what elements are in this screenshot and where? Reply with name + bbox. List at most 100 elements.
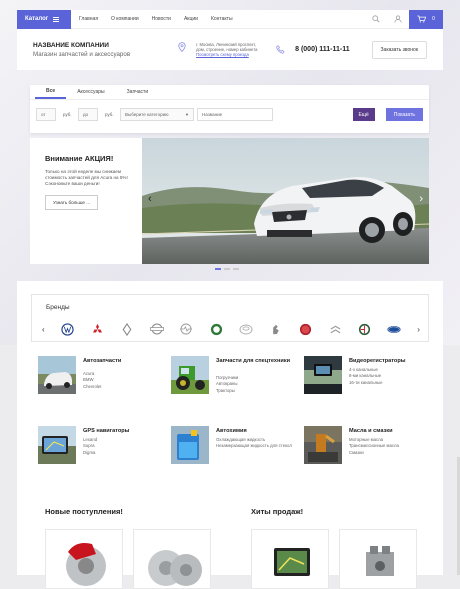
product-card[interactable] bbox=[339, 529, 417, 589]
phone-block: 8 (000) 111-11-11 bbox=[276, 45, 350, 54]
slide-dot-2[interactable] bbox=[224, 268, 230, 270]
nav-item-news[interactable]: Новости bbox=[152, 16, 171, 22]
price-from-input[interactable]: от bbox=[36, 108, 56, 121]
tab-all[interactable]: Все bbox=[35, 85, 67, 99]
category-image-auto-parts bbox=[38, 356, 76, 394]
category-link[interactable]: 16-ти канальные bbox=[349, 380, 383, 386]
skoda-logo-icon[interactable] bbox=[209, 322, 223, 336]
name-input[interactable]: Название bbox=[197, 108, 273, 121]
category-image-machinery bbox=[171, 356, 209, 394]
banner-more-button[interactable]: Узнать больше ... bbox=[45, 195, 99, 210]
cart-count: 0 bbox=[432, 16, 435, 22]
category-link[interactable]: Digma bbox=[83, 450, 97, 456]
category-image-chemicals bbox=[171, 426, 209, 464]
slide-dot-1[interactable] bbox=[215, 268, 221, 270]
category-link[interactable]: Chevrolet bbox=[83, 384, 101, 390]
category-card[interactable]: Масла и смазки Моторные масла Трансмисси… bbox=[304, 426, 434, 476]
product-card[interactable] bbox=[133, 529, 211, 589]
site-header: НАЗВАНИЕ КОМПАНИИ Магазин запчастей и ак… bbox=[17, 29, 443, 70]
ford-logo-icon[interactable] bbox=[387, 322, 402, 336]
toyota-logo-icon[interactable] bbox=[239, 322, 253, 336]
category-title[interactable]: Автозапчасти bbox=[83, 358, 158, 365]
menu-icon bbox=[53, 16, 60, 22]
category-link[interactable]: Тракторы bbox=[216, 388, 238, 394]
caret-down-icon: ▼ bbox=[185, 112, 189, 117]
renault-logo-icon[interactable] bbox=[120, 322, 134, 336]
category-title[interactable]: Видеорегистраторы bbox=[349, 358, 424, 365]
callback-button[interactable]: Заказать звонок bbox=[371, 40, 427, 59]
banner-prev-arrow[interactable]: ‹ bbox=[148, 193, 152, 205]
catalog-button[interactable]: Каталог bbox=[17, 9, 71, 29]
fiat-logo-icon[interactable] bbox=[298, 322, 312, 336]
banner-title: Внимание АКЦИЯ! bbox=[45, 154, 114, 163]
category-card[interactable]: GPS навигаторы Lexand Supra Digma bbox=[38, 426, 168, 476]
nav-item-home[interactable]: Главная bbox=[79, 16, 98, 22]
brands-prev-arrow[interactable]: ‹ bbox=[42, 325, 45, 334]
user-icon[interactable] bbox=[387, 15, 409, 23]
category-image-gps bbox=[38, 426, 76, 464]
phone-icon bbox=[276, 45, 285, 54]
nav-item-contacts[interactable]: Контакты bbox=[211, 16, 233, 22]
brake-caliper-image bbox=[66, 543, 106, 586]
nav-item-promo[interactable]: Акции bbox=[184, 16, 198, 22]
company-name[interactable]: НАЗВАНИЕ КОМПАНИИ bbox=[33, 42, 130, 49]
tab-accessories[interactable]: Аксессуары bbox=[66, 85, 115, 99]
opel-logo-icon[interactable] bbox=[179, 322, 193, 336]
brands-block: Бренды ‹ › bbox=[31, 294, 429, 342]
category-title[interactable]: GPS навигаторы bbox=[83, 428, 158, 435]
alfa-romeo-logo-icon[interactable] bbox=[358, 322, 372, 336]
category-title[interactable]: Запчасти для спецтехники bbox=[216, 358, 291, 365]
cart-icon bbox=[417, 15, 427, 23]
category-card[interactable]: Видеорегистраторы 4-х канальные 8-ми кан… bbox=[304, 356, 434, 406]
map-link[interactable]: Посмотреть схему проезда bbox=[196, 52, 258, 57]
slide-dot-3[interactable] bbox=[233, 268, 239, 270]
promo-banner: Внимание АКЦИЯ! Только на этой неделе мы… bbox=[30, 138, 429, 264]
citroen-logo-icon[interactable] bbox=[328, 322, 342, 336]
category-card[interactable]: Автохимия Охлаждающая жидкость Незамерза… bbox=[171, 426, 301, 476]
search-icon[interactable] bbox=[365, 15, 387, 23]
address-block: г. Москва, Ленинский проспект, дом, стро… bbox=[178, 42, 258, 58]
cart-button[interactable]: 0 bbox=[409, 9, 443, 29]
show-button[interactable]: Показать bbox=[385, 108, 423, 121]
product-card[interactable] bbox=[251, 529, 329, 589]
search-filter-panel: Все Аксессуары Запчасти от руб. до руб. … bbox=[30, 85, 429, 133]
location-pin-icon bbox=[178, 41, 186, 52]
new-arrivals-title: Новые поступления! bbox=[45, 507, 123, 516]
gps-device-image bbox=[274, 548, 310, 576]
category-link[interactable]: Автокраны bbox=[216, 381, 238, 387]
category-title[interactable]: Масла и смазки bbox=[349, 428, 424, 435]
product-card[interactable] bbox=[45, 529, 123, 589]
banner-pagination bbox=[215, 268, 239, 270]
engine-part-image bbox=[366, 546, 394, 576]
category-title[interactable]: Автохимия bbox=[216, 428, 291, 435]
category-link[interactable]: Незамерзающая жидкость для стекол bbox=[216, 443, 296, 449]
top-navbar: Каталог Главная О компании Новости Акции… bbox=[17, 9, 443, 29]
category-link[interactable]: Смазки bbox=[349, 450, 399, 456]
volkswagen-logo-icon[interactable] bbox=[60, 322, 74, 336]
nav-item-about[interactable]: О компании bbox=[111, 16, 139, 22]
nissan-logo-icon[interactable] bbox=[149, 322, 164, 336]
banner-next-arrow[interactable]: › bbox=[419, 193, 423, 205]
main-nav: Главная О компании Новости Акции Контакт… bbox=[79, 16, 233, 22]
tab-parts[interactable]: Запчасти bbox=[116, 85, 159, 99]
category-link[interactable]: Трансмиссионные масла bbox=[349, 443, 399, 449]
price-to-currency: руб. bbox=[105, 112, 114, 117]
peugeot-logo-icon[interactable] bbox=[269, 322, 283, 336]
company-block: НАЗВАНИЕ КОМПАНИИ Магазин запчастей и ак… bbox=[33, 42, 130, 58]
mitsubishi-logo-icon[interactable] bbox=[90, 322, 104, 336]
category-select-value: Выберите категорию bbox=[125, 112, 169, 117]
more-filters-button[interactable]: Ещё bbox=[352, 108, 375, 121]
category-card[interactable]: Запчасти для спецтехники Погрузчики Авто… bbox=[171, 356, 301, 406]
main-content: Бренды ‹ › Автозапчасти Acura BMW Chevro… bbox=[17, 281, 443, 589]
brands-next-arrow[interactable]: › bbox=[417, 325, 420, 334]
phone-number[interactable]: 8 (000) 111-11-11 bbox=[295, 46, 350, 53]
category-link[interactable]: 8-ми канальные bbox=[349, 373, 383, 379]
category-card[interactable]: Автозапчасти Acura BMW Chevrolet bbox=[38, 356, 168, 406]
category-select[interactable]: Выберите категорию ▼ bbox=[120, 108, 194, 121]
category-image-dashcam bbox=[304, 356, 342, 394]
banner-car-image: ‹ › bbox=[142, 138, 429, 264]
catalog-label: Каталог bbox=[25, 16, 49, 22]
company-subtitle: Магазин запчастей и аксессуаров bbox=[33, 50, 131, 58]
price-to-input[interactable]: до bbox=[78, 108, 98, 121]
best-sellers-title: Хиты продаж! bbox=[251, 507, 304, 516]
